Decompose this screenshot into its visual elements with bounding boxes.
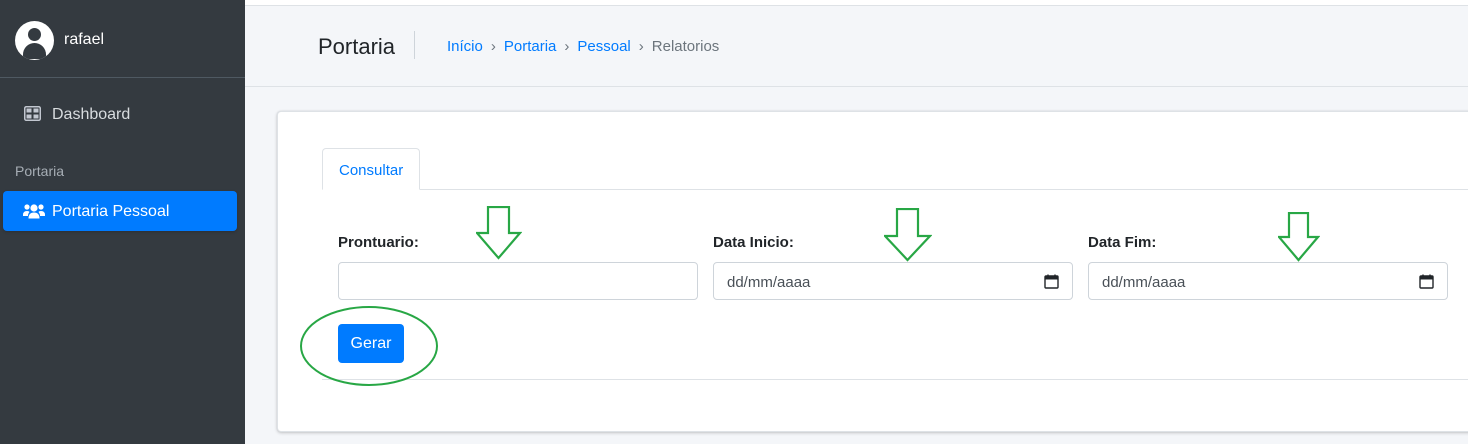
navbar-strip bbox=[245, 0, 1468, 6]
tabs-border bbox=[322, 189, 1468, 190]
date-placeholder: dd/mm/aaaa bbox=[727, 274, 811, 291]
users-icon bbox=[23, 204, 45, 219]
calendar-icon[interactable] bbox=[1419, 274, 1434, 289]
form-bottom-divider bbox=[322, 379, 1468, 380]
sidebar: rafael Dashboard Portaria Portaria Pesso… bbox=[0, 0, 245, 444]
prontuario-input[interactable] bbox=[338, 262, 698, 300]
breadcrumb-separator: › bbox=[564, 38, 570, 55]
calendar-icon[interactable] bbox=[1044, 274, 1059, 289]
page-title: Portaria bbox=[318, 34, 396, 59]
annotation-circle bbox=[300, 306, 438, 386]
sidebar-item-dashboard[interactable]: Dashboard bbox=[8, 96, 237, 134]
breadcrumb-current: Relatorios bbox=[651, 38, 720, 55]
sidebar-section-header: Portaria bbox=[15, 163, 65, 179]
sidebar-item-label: Dashboard bbox=[52, 106, 131, 123]
breadcrumb-link-portaria[interactable]: Portaria bbox=[504, 38, 557, 55]
title-divider bbox=[414, 31, 415, 59]
dashboard-grid-icon bbox=[24, 106, 41, 121]
sidebar-item-portaria-pessoal[interactable]: Portaria Pessoal bbox=[3, 191, 237, 231]
data-fim-input[interactable]: dd/mm/aaaa bbox=[1088, 262, 1448, 300]
sidebar-item-label: Portaria Pessoal bbox=[52, 203, 170, 220]
tab-consultar[interactable]: Consultar bbox=[322, 148, 420, 190]
user-panel[interactable]: rafael bbox=[0, 0, 245, 78]
annotation-arrow-down-icon bbox=[476, 206, 522, 260]
breadcrumb-separator: › bbox=[490, 38, 496, 55]
content-header: Portaria Início › Portaria › Pessoal › Relator… bbox=[245, 0, 1468, 87]
username: rafael bbox=[64, 31, 105, 48]
breadcrumb-separator: › bbox=[638, 38, 644, 55]
annotation-arrow-down-icon bbox=[884, 208, 932, 262]
data-fim-label: Data Fim: bbox=[1088, 234, 1157, 251]
data-inicio-input[interactable]: dd/mm/aaaa bbox=[713, 262, 1073, 300]
breadcrumb-link-pessoal[interactable]: Pessoal bbox=[577, 38, 630, 55]
date-placeholder: dd/mm/aaaa bbox=[1102, 274, 1186, 291]
tab-label: Consultar bbox=[339, 162, 404, 179]
data-inicio-label: Data Inicio: bbox=[713, 234, 794, 251]
breadcrumb: Início › Portaria › Pessoal › Relatorios bbox=[447, 38, 719, 55]
user-circle-icon bbox=[15, 21, 54, 60]
annotation-arrow-down-icon bbox=[1278, 212, 1320, 262]
prontuario-label: Prontuario: bbox=[338, 234, 419, 251]
breadcrumb-link-inicio[interactable]: Início bbox=[447, 38, 483, 55]
